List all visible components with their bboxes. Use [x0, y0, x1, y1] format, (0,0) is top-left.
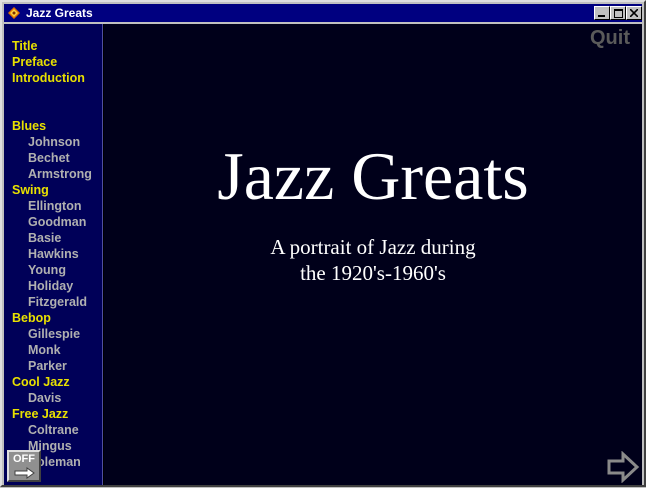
nav-item-title[interactable]: Title [12, 38, 37, 54]
hero-subtitle-line-2: the 1920's-1960's [300, 261, 446, 285]
nav-item-fitzgerald[interactable]: Fitzgerald [28, 294, 87, 310]
nav-item-cool-jazz[interactable]: Cool Jazz [12, 374, 70, 390]
nav-item-hawkins[interactable]: Hawkins [28, 246, 79, 262]
maximize-icon [614, 9, 623, 18]
nav-item-free-jazz[interactable]: Free Jazz [12, 406, 68, 422]
main-stage: Quit Jazz Greats A portrait of Jazz duri… [104, 24, 642, 485]
off-button[interactable]: OFF [7, 450, 41, 482]
nav-item-introduction[interactable]: Introduction [12, 70, 85, 86]
hero-title: Jazz Greats [217, 138, 529, 214]
hero-subtitle: A portrait of Jazz during the 1920's-196… [104, 234, 642, 286]
quit-button[interactable]: Quit [590, 27, 630, 50]
nav-item-holiday[interactable]: Holiday [28, 278, 73, 294]
nav-item-swing[interactable]: Swing [12, 182, 49, 198]
client-area: Title Preface Introduction Blues Johnson… [4, 24, 642, 485]
nav-item-parker[interactable]: Parker [28, 358, 67, 374]
nav-item-blues[interactable]: Blues [12, 118, 46, 134]
nav-item-gillespie[interactable]: Gillespie [28, 326, 80, 342]
maximize-button[interactable] [610, 6, 626, 20]
nav-item-young[interactable]: Young [28, 262, 66, 278]
minimize-button[interactable] [594, 6, 610, 20]
off-label: OFF [13, 453, 35, 465]
hero-subtitle-line-1: A portrait of Jazz during [270, 235, 476, 259]
next-page-button[interactable] [606, 450, 640, 488]
nav-item-preface[interactable]: Preface [12, 54, 57, 70]
nav-item-armstrong[interactable]: Armstrong [28, 166, 92, 182]
nav-item-goodman[interactable]: Goodman [28, 214, 86, 230]
nav-item-davis[interactable]: Davis [28, 390, 61, 406]
window-title: Jazz Greats [26, 6, 93, 20]
arrow-right-icon [607, 450, 640, 484]
nav-item-ellington[interactable]: Ellington [28, 198, 81, 214]
close-icon [630, 9, 638, 17]
nav-item-monk[interactable]: Monk [28, 342, 61, 358]
nav-item-bechet[interactable]: Bechet [28, 150, 70, 166]
power-off-icon [14, 467, 35, 479]
app-window: Jazz Greats Title Preface Introduction B… [0, 0, 646, 487]
nav-item-basie[interactable]: Basie [28, 230, 61, 246]
nav-item-coltrane[interactable]: Coltrane [28, 422, 79, 438]
jazz-app-icon [8, 7, 20, 19]
sidebar-nav: Title Preface Introduction Blues Johnson… [4, 24, 103, 485]
nav-item-bebop[interactable]: Bebop [12, 310, 51, 326]
close-button[interactable] [626, 6, 642, 20]
minimize-icon [598, 15, 605, 17]
title-bar[interactable]: Jazz Greats [4, 4, 642, 22]
nav-item-johnson[interactable]: Johnson [28, 134, 80, 150]
